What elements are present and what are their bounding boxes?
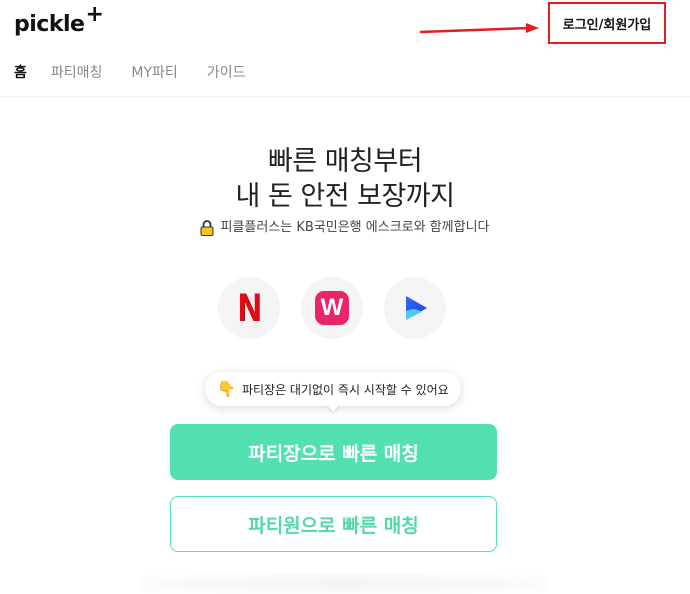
escrow-text: 피클플러스는 KB국민은행 에스크로와 함께합니다 <box>220 220 489 235</box>
party-leader-match-button[interactable]: 파티장으로 빠른 매칭 <box>170 424 497 480</box>
lock-icon <box>200 220 214 236</box>
main-nav: 홈 파티매칭 MY파티 가이드 <box>14 62 274 82</box>
login-signup-link[interactable]: 로그인/회원가입 <box>563 14 651 33</box>
pointing-hand-icon: 👇 <box>217 380 236 398</box>
tooltip-tail <box>326 404 340 412</box>
wavve-service-button[interactable]: W <box>301 277 363 339</box>
netflix-service-button[interactable]: N <box>218 277 280 339</box>
logo-text: pickle <box>14 12 84 37</box>
pickle-logo[interactable]: pickle+ <box>14 12 103 37</box>
nav-item-guide[interactable]: 가이드 <box>207 62 246 82</box>
annotation-arrow <box>418 22 540 38</box>
wavve-icon: W <box>315 291 349 325</box>
bottom-shadow <box>140 574 550 594</box>
login-highlight-box: 로그인/회원가입 <box>548 2 666 44</box>
nav-item-my-party[interactable]: MY파티 <box>131 62 177 82</box>
nav-item-home[interactable]: 홈 <box>14 62 27 82</box>
netflix-icon: N <box>237 286 260 331</box>
wavve-letter: W <box>321 294 344 322</box>
header: pickle+ 로그인/회원가입 홈 파티매칭 MY파티 가이드 <box>0 0 690 97</box>
play-service-button[interactable] <box>384 277 446 339</box>
tooltip-text: 파티장은 대기없이 즉시 시작할 수 있어요 <box>242 381 449 398</box>
hero-headline-line1: 빠른 매칭부터 <box>0 139 690 178</box>
escrow-notice: 피클플러스는 KB국민은행 에스크로와 함께합니다 <box>0 216 690 236</box>
play-icon <box>400 293 430 323</box>
logo-plus: + <box>85 2 103 27</box>
nav-item-party-matching[interactable]: 파티매칭 <box>51 62 103 82</box>
hero-headline-line2: 내 돈 안전 보장까지 <box>0 174 690 213</box>
tooltip-bubble: 👇 파티장은 대기없이 즉시 시작할 수 있어요 <box>205 372 461 406</box>
party-member-match-button[interactable]: 파티원으로 빠른 매칭 <box>170 496 497 552</box>
